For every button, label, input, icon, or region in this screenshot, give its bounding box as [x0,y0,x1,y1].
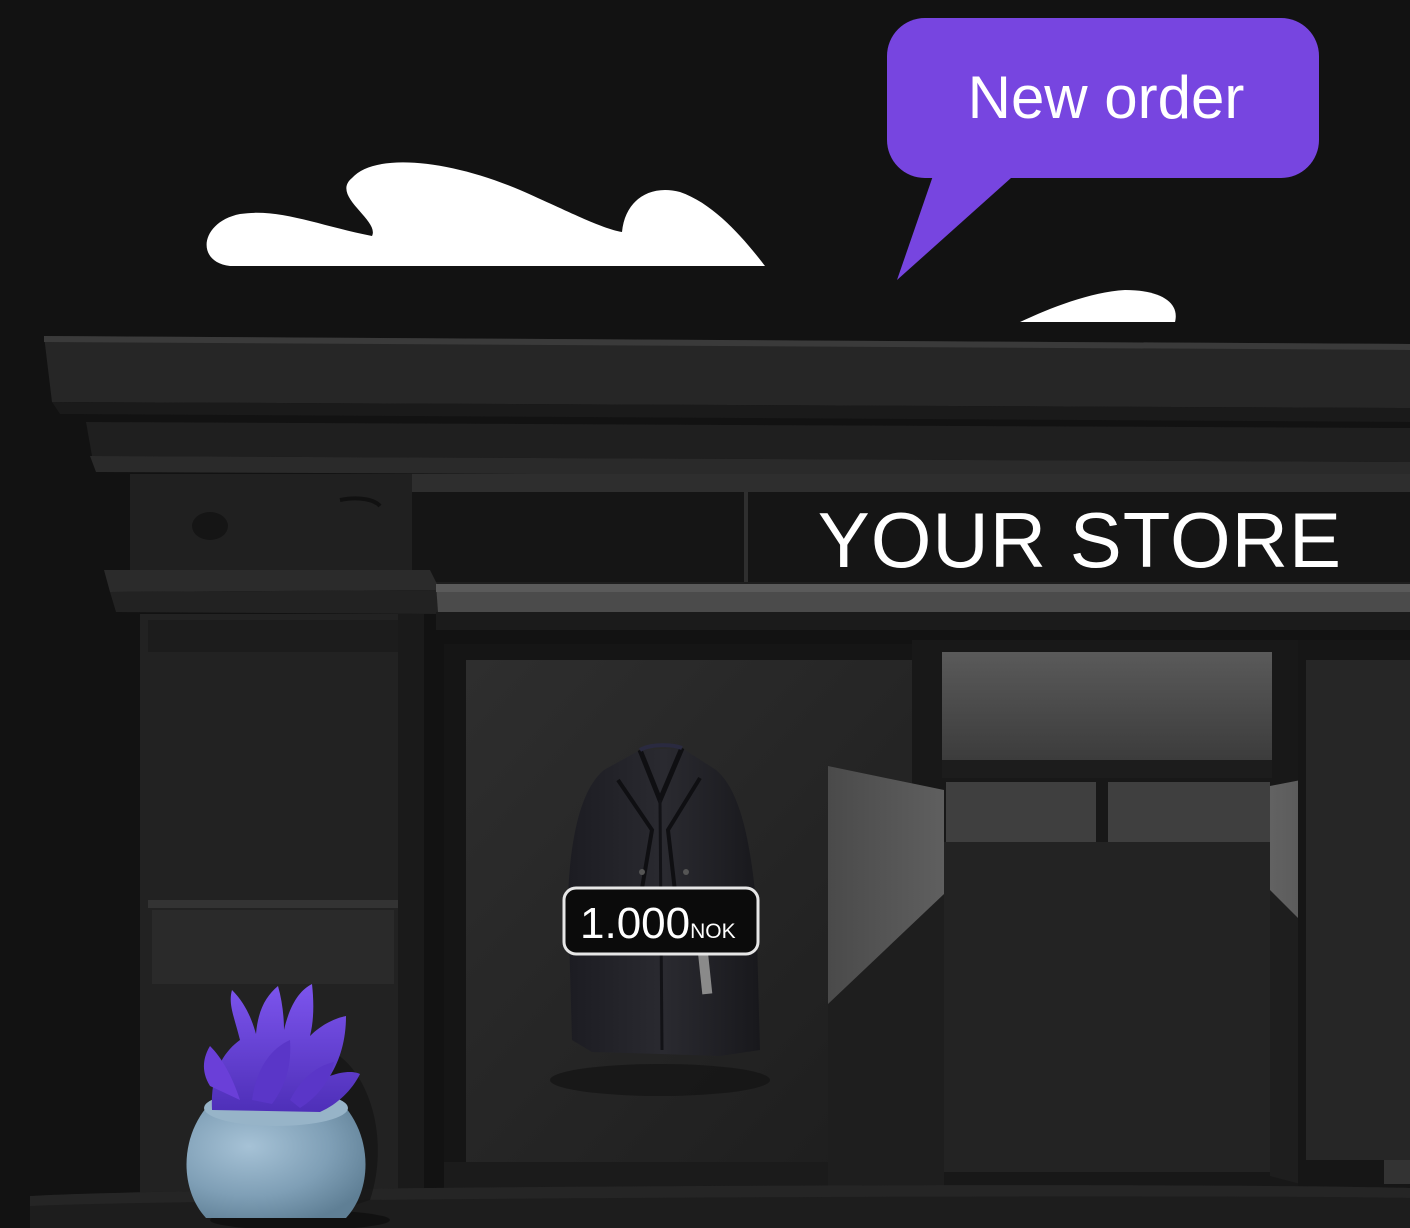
price-currency: NOK [690,920,736,943]
store-illustration: New order YOUR STORE 1.000NOK [0,0,1410,1228]
shop-door-opening [944,842,1270,1172]
price-value: 1.000 [580,899,690,948]
store-sign-label: YOUR STORE [818,496,1342,584]
new-order-label: New order [968,64,1245,131]
price-tag-icon: 1.000NOK [562,886,760,956]
